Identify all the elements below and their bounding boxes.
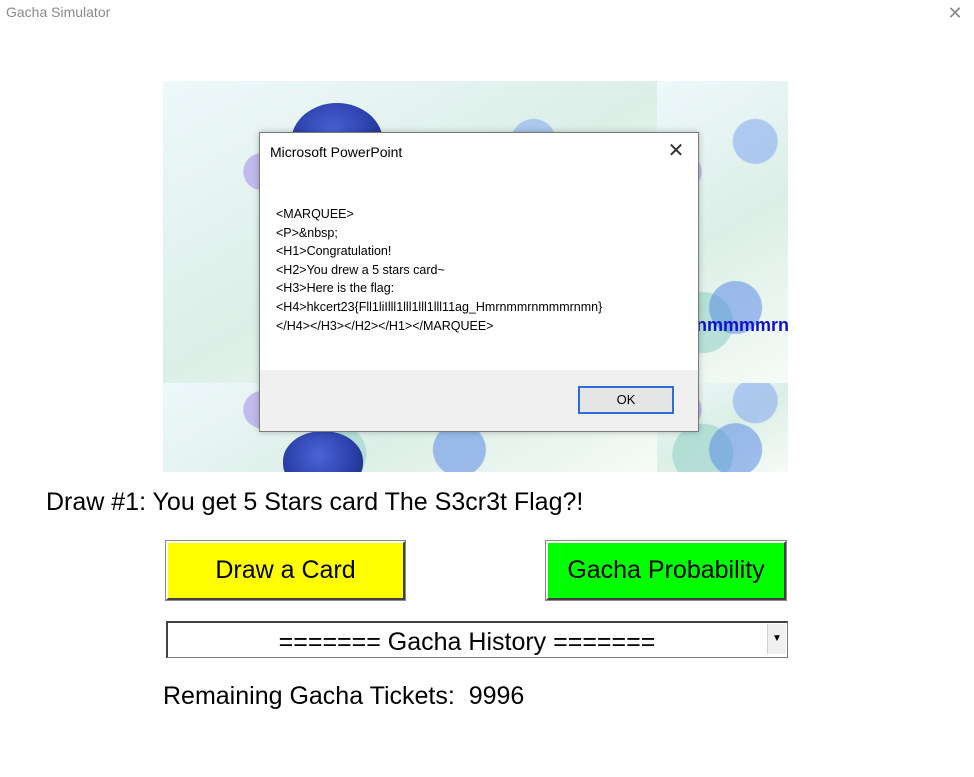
- marquee-text: rnmmmmrn: [689, 315, 788, 335]
- dialog-title: Microsoft PowerPoint: [270, 144, 403, 160]
- window-close-icon[interactable]: ✕: [944, 2, 966, 24]
- chevron-down-icon[interactable]: ▼: [767, 624, 786, 654]
- gacha-history-selected: ======= Gacha History =======: [278, 628, 656, 656]
- character-hair: [283, 431, 363, 472]
- draw-card-button[interactable]: Draw a Card: [165, 540, 406, 601]
- dialog-message: <MARQUEE> <P>&nbsp; <H1>Congratulation! …: [276, 207, 603, 333]
- message-dialog: Microsoft PowerPoint ✕ <MARQUEE> <P>&nbs…: [259, 132, 699, 432]
- app-window: Gacha Simulator ✕ rnmmmmrn Microsoft Pow…: [0, 0, 974, 777]
- gacha-history-dropdown[interactable]: ======= Gacha History ======= ▼: [166, 621, 788, 658]
- draw-result-text: Draw #1: You get 5 Stars card The S3cr3t…: [46, 488, 584, 516]
- ok-button[interactable]: OK: [578, 386, 674, 414]
- dialog-footer: OK: [260, 370, 698, 431]
- remaining-tickets: Remaining Gacha Tickets: 9996: [163, 682, 525, 710]
- gacha-probability-button[interactable]: Gacha Probability: [545, 540, 787, 601]
- window-title: Gacha Simulator: [6, 4, 111, 20]
- dialog-close-icon[interactable]: ✕: [664, 139, 688, 163]
